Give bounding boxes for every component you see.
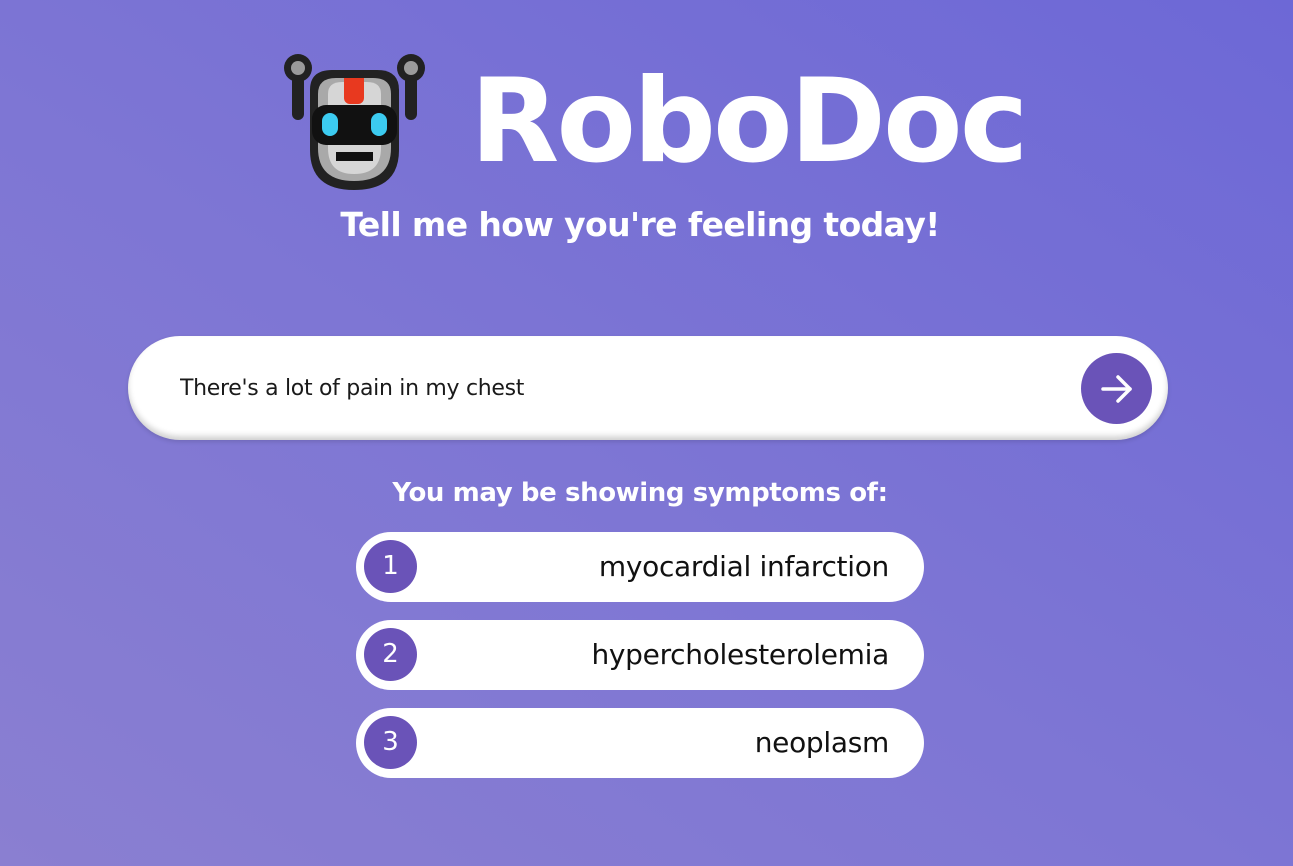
rank-badge: 2 [364, 628, 417, 681]
diagnosis-list: 1 myocardial infarction 2 hypercholester… [356, 532, 924, 796]
page-subtitle: Tell me how you're feeling today! [340, 205, 940, 244]
robot-face-icon [282, 50, 427, 195]
arrow-right-icon [1100, 374, 1132, 403]
symptom-search-bar [128, 336, 1168, 440]
app-title: RoboDoc [470, 54, 1028, 189]
condition-name: hypercholesterolemia [591, 638, 889, 671]
diagnosis-item[interactable]: 2 hypercholesterolemia [356, 620, 924, 690]
diagnosis-item[interactable]: 3 neoplasm [356, 708, 924, 778]
symptom-input[interactable] [180, 362, 1060, 414]
rank-badge: 1 [364, 540, 417, 593]
rank-badge: 3 [364, 716, 417, 769]
diagnosis-item[interactable]: 1 myocardial infarction [356, 532, 924, 602]
condition-name: neoplasm [754, 726, 890, 759]
submit-button[interactable] [1081, 353, 1152, 424]
condition-name: myocardial infarction [598, 550, 889, 583]
results-heading: You may be showing symptoms of: [392, 478, 888, 508]
